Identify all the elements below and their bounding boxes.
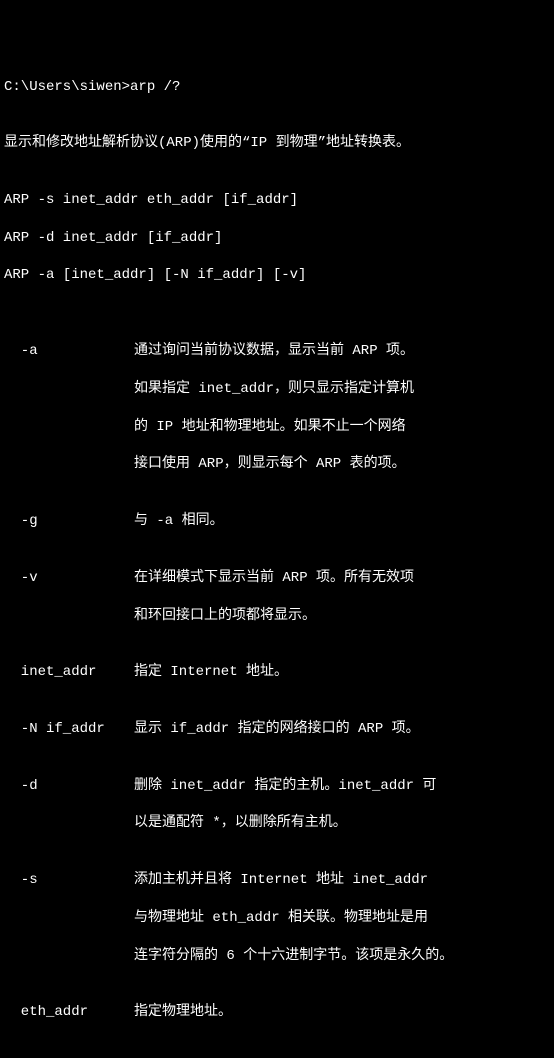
desc: 以是通配符 *，以删除所有主机。 <box>134 814 347 833</box>
syntax2: ARP -d inet_addr [if_addr] <box>4 229 550 248</box>
flag <box>4 418 134 437</box>
desc: 通过询问当前协议数据，显示当前 ARP 项。 <box>134 342 414 361</box>
desc: 与 -a 相同。 <box>134 512 224 531</box>
opt-g: -g与 -a 相同。 <box>4 512 550 531</box>
desc: 接口使用 ARP，则显示每个 ARP 表的项。 <box>134 455 406 474</box>
flag <box>4 455 134 474</box>
opt-d: -d删除 inet_addr 指定的主机。inet_addr 可 <box>4 777 550 796</box>
syntax1: ARP -s inet_addr eth_addr [if_addr] <box>4 191 550 210</box>
flag <box>4 909 134 928</box>
opt-eth: eth_addr指定物理地址。 <box>4 1003 550 1022</box>
desc: 指定 Internet 地址。 <box>134 663 288 682</box>
desc: 如果指定 inet_addr，则只显示指定计算机 <box>134 380 414 399</box>
opt-a-cont: 如果指定 inet_addr，则只显示指定计算机 <box>4 380 550 399</box>
flag: -v <box>4 569 134 588</box>
desc: 与物理地址 eth_addr 相关联。物理地址是用 <box>134 909 428 928</box>
flag: eth_addr <box>4 1003 134 1022</box>
flag <box>4 380 134 399</box>
opt-v: -v在详细模式下显示当前 ARP 项。所有无效项 <box>4 569 550 588</box>
syntax3: ARP -a [inet_addr] [-N if_addr] [-v] <box>4 266 550 285</box>
opt-a-cont: 的 IP 地址和物理地址。如果不止一个网络 <box>4 418 550 437</box>
opt-a-cont: 接口使用 ARP，则显示每个 ARP 表的项。 <box>4 455 550 474</box>
opt-inet: inet_addr指定 Internet 地址。 <box>4 663 550 682</box>
desc: 添加主机并且将 Internet 地址 inet_addr <box>134 871 428 890</box>
opt-s: -s添加主机并且将 Internet 地址 inet_addr <box>4 871 550 890</box>
desc: 和环回接口上的项都将显示。 <box>134 607 316 626</box>
desc: 显示 if_addr 指定的网络接口的 ARP 项。 <box>134 720 420 739</box>
flag <box>4 814 134 833</box>
desc: 的 IP 地址和物理地址。如果不止一个网络 <box>134 418 406 437</box>
desc: 删除 inet_addr 指定的主机。inet_addr 可 <box>134 777 436 796</box>
opt-s-cont: 与物理地址 eth_addr 相关联。物理地址是用 <box>4 909 550 928</box>
flag: inet_addr <box>4 663 134 682</box>
opt-nif: -N if_addr显示 if_addr 指定的网络接口的 ARP 项。 <box>4 720 550 739</box>
flag: -a <box>4 342 134 361</box>
desc: 连字符分隔的 6 个十六进制字节。该项是永久的。 <box>134 947 453 966</box>
opt-a: -a通过询问当前协议数据，显示当前 ARP 项。 <box>4 342 550 361</box>
flag <box>4 947 134 966</box>
opt-s-cont: 连字符分隔的 6 个十六进制字节。该项是永久的。 <box>4 947 550 966</box>
opt-v-cont: 和环回接口上的项都将显示。 <box>4 607 550 626</box>
flag: -g <box>4 512 134 531</box>
flag <box>4 607 134 626</box>
desc: 指定物理地址。 <box>134 1003 232 1022</box>
flag: -s <box>4 871 134 890</box>
flag: -N if_addr <box>4 720 134 739</box>
opt-d-cont: 以是通配符 *，以删除所有主机。 <box>4 814 550 833</box>
prompt-line: C:\Users\siwen>arp /? <box>4 78 550 97</box>
intro: 显示和修改地址解析协议(ARP)使用的“IP 到物理”地址转换表。 <box>4 134 550 153</box>
desc: 在详细模式下显示当前 ARP 项。所有无效项 <box>134 569 414 588</box>
flag: -d <box>4 777 134 796</box>
